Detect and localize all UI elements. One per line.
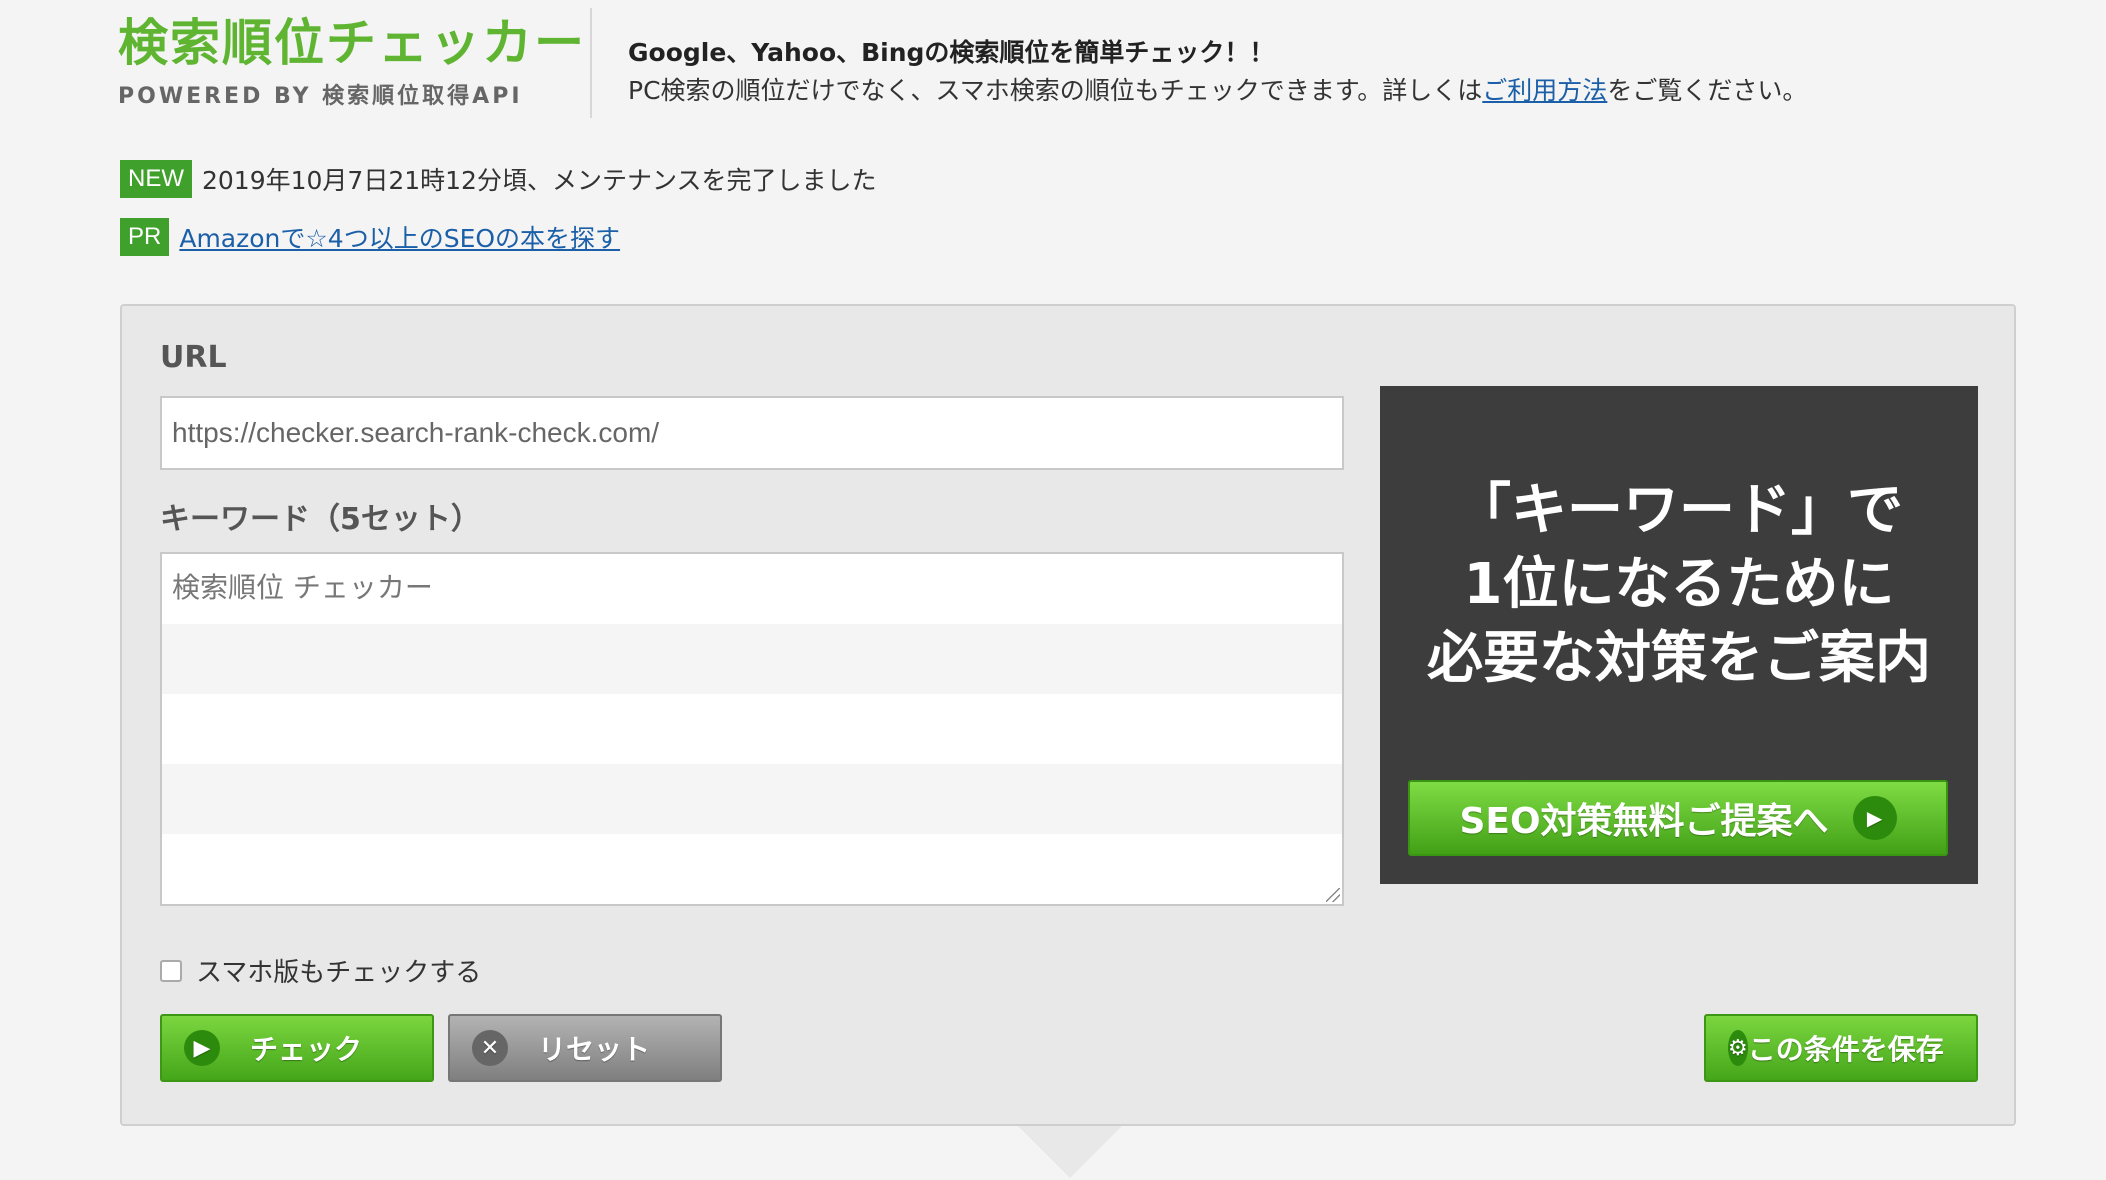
- ad-line-1: 「キーワード」で: [1455, 478, 1903, 543]
- notice-text: 2019年10月7日21時12分頃、メンテナンスを完了しました: [202, 166, 877, 195]
- logo-title: 検索順位チェッカー: [118, 14, 586, 72]
- keyword-textarea[interactable]: 検索順位 チェッカー: [160, 552, 1344, 906]
- save-button-label: この条件を保存: [1747, 1033, 1944, 1066]
- check-button[interactable]: ▶ チェック: [160, 1014, 434, 1082]
- keyword-line-1[interactable]: 検索順位 チェッカー: [162, 554, 1342, 624]
- header-divider: [590, 8, 592, 118]
- close-icon: ✕: [472, 1030, 508, 1066]
- arrow-right-icon: ▶: [184, 1030, 220, 1066]
- smartphone-checkbox[interactable]: [160, 959, 182, 982]
- amazon-seo-books-link[interactable]: Amazonで☆4つ以上のSEOの本を探す: [179, 219, 620, 255]
- usage-link[interactable]: ご利用方法: [1482, 76, 1607, 105]
- ad-line-3: 必要な対策をご案内: [1427, 626, 1931, 691]
- arrow-right-icon: ▶: [1852, 796, 1897, 840]
- new-badge: NEW: [120, 160, 192, 198]
- reset-button[interactable]: ✕ リセット: [448, 1014, 722, 1082]
- check-button-label: チェック: [249, 1033, 362, 1066]
- header-desc-after: をご覧ください。: [1607, 76, 1808, 105]
- gear-icon: ⚙: [1728, 1030, 1748, 1066]
- site-logo[interactable]: 検索順位チェッカー POWERED BY 検索順位取得API: [118, 14, 586, 110]
- ad-button-label: SEO対策無料ご提案へ: [1459, 801, 1829, 842]
- header-lead: Google、Yahoo、Bingの検索順位を簡単チェック！！: [628, 38, 1275, 67]
- logo-subtitle: POWERED BY 検索順位取得API: [118, 84, 523, 109]
- pr-badge: PR: [120, 218, 170, 256]
- panel-pointer-arrow: [1018, 1126, 1122, 1178]
- keyword-line-2[interactable]: [162, 624, 1342, 694]
- ad-line-2: 1位になるために: [1463, 552, 1895, 617]
- keyword-line-3[interactable]: [162, 694, 1342, 764]
- ad-headline: 「キーワード」で 1位になるために 必要な対策をご案内: [1380, 474, 1978, 696]
- keyword-line-4[interactable]: [162, 764, 1342, 834]
- keyword-line-5[interactable]: [162, 834, 1342, 904]
- save-conditions-button[interactable]: ⚙ この条件を保存: [1704, 1014, 1978, 1082]
- check-form-panel: URL キーワード（5セット） 検索順位 チェッカー スマホ版もチェックする ▶…: [120, 304, 2016, 1126]
- header-desc-line: PC検索の順位だけでなく、スマホ検索の順位もチェックできます。詳しくはご利用方法…: [628, 72, 1807, 110]
- keyword-label: キーワード（5セット）: [160, 502, 481, 537]
- notice-pr: PR Amazonで☆4つ以上のSEOの本を探す: [120, 218, 620, 256]
- seo-proposal-button[interactable]: SEO対策無料ご提案へ ▶: [1408, 780, 1948, 856]
- header-desc-before: PC検索の順位だけでなく、スマホ検索の順位もチェックできます。詳しくは: [628, 76, 1483, 105]
- url-input[interactable]: [160, 396, 1344, 470]
- header-description: Google、Yahoo、Bingの検索順位を簡単チェック！！ PC検索の順位だ…: [628, 34, 1807, 110]
- reset-button-label: リセット: [537, 1033, 650, 1066]
- resize-handle-icon[interactable]: [1326, 888, 1340, 902]
- url-label: URL: [160, 340, 227, 375]
- smartphone-check-option[interactable]: スマホ版もチェックする: [160, 952, 481, 989]
- smartphone-check-label: スマホ版もチェックする: [196, 958, 482, 988]
- seo-ad-banner[interactable]: 「キーワード」で 1位になるために 必要な対策をご案内 SEO対策無料ご提案へ …: [1380, 386, 1978, 884]
- notice-new: NEW 2019年10月7日21時12分頃、メンテナンスを完了しました: [120, 160, 876, 198]
